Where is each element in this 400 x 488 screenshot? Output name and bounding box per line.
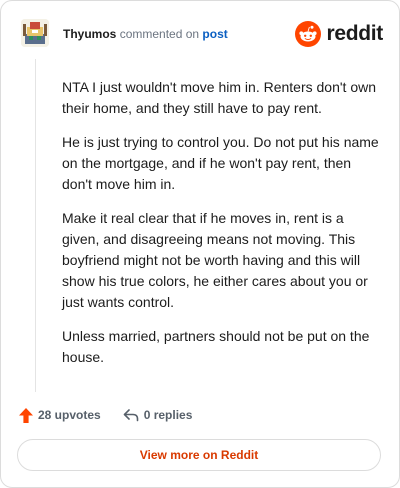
comment-embed-card: Thyumos commented on post reddit NTA I j… bbox=[0, 0, 400, 488]
upvote-count: 28 upvotes bbox=[38, 408, 101, 422]
reddit-logo[interactable]: reddit bbox=[295, 21, 383, 47]
reply-count: 0 replies bbox=[143, 408, 193, 422]
comment-actions: 28 upvotes 0 replies bbox=[18, 405, 192, 425]
replies-button[interactable]: 0 replies bbox=[123, 408, 193, 422]
byline-verb: commented on bbox=[119, 27, 200, 41]
view-more-button[interactable]: View more on Reddit bbox=[17, 439, 381, 471]
comment-paragraph: Unless married, partners should not be p… bbox=[62, 328, 370, 365]
upvote-arrow-icon bbox=[19, 407, 33, 423]
upvote-button[interactable]: 28 upvotes bbox=[18, 407, 101, 424]
comment-body: NTA I just wouldn't move him in. Renters… bbox=[62, 77, 382, 381]
avatar-illustration-icon bbox=[21, 19, 49, 47]
thread-line bbox=[35, 59, 36, 392]
comment-paragraph: He is just trying to control you. Do not… bbox=[62, 134, 379, 192]
reddit-snoo-icon bbox=[295, 21, 322, 47]
user-avatar[interactable] bbox=[21, 19, 49, 47]
comment-byline: Thyumos commented on post bbox=[63, 27, 228, 41]
comment-paragraph: Make it real clear that if he moves in, … bbox=[62, 210, 368, 310]
reply-arrow-icon bbox=[123, 409, 139, 422]
comment-paragraph: NTA I just wouldn't move him in. Renters… bbox=[62, 79, 377, 116]
brand-wordmark: reddit bbox=[326, 22, 383, 45]
post-link[interactable]: post bbox=[202, 27, 227, 41]
username-link[interactable]: Thyumos bbox=[63, 27, 116, 41]
comment-header: Thyumos commented on post reddit bbox=[21, 19, 383, 49]
